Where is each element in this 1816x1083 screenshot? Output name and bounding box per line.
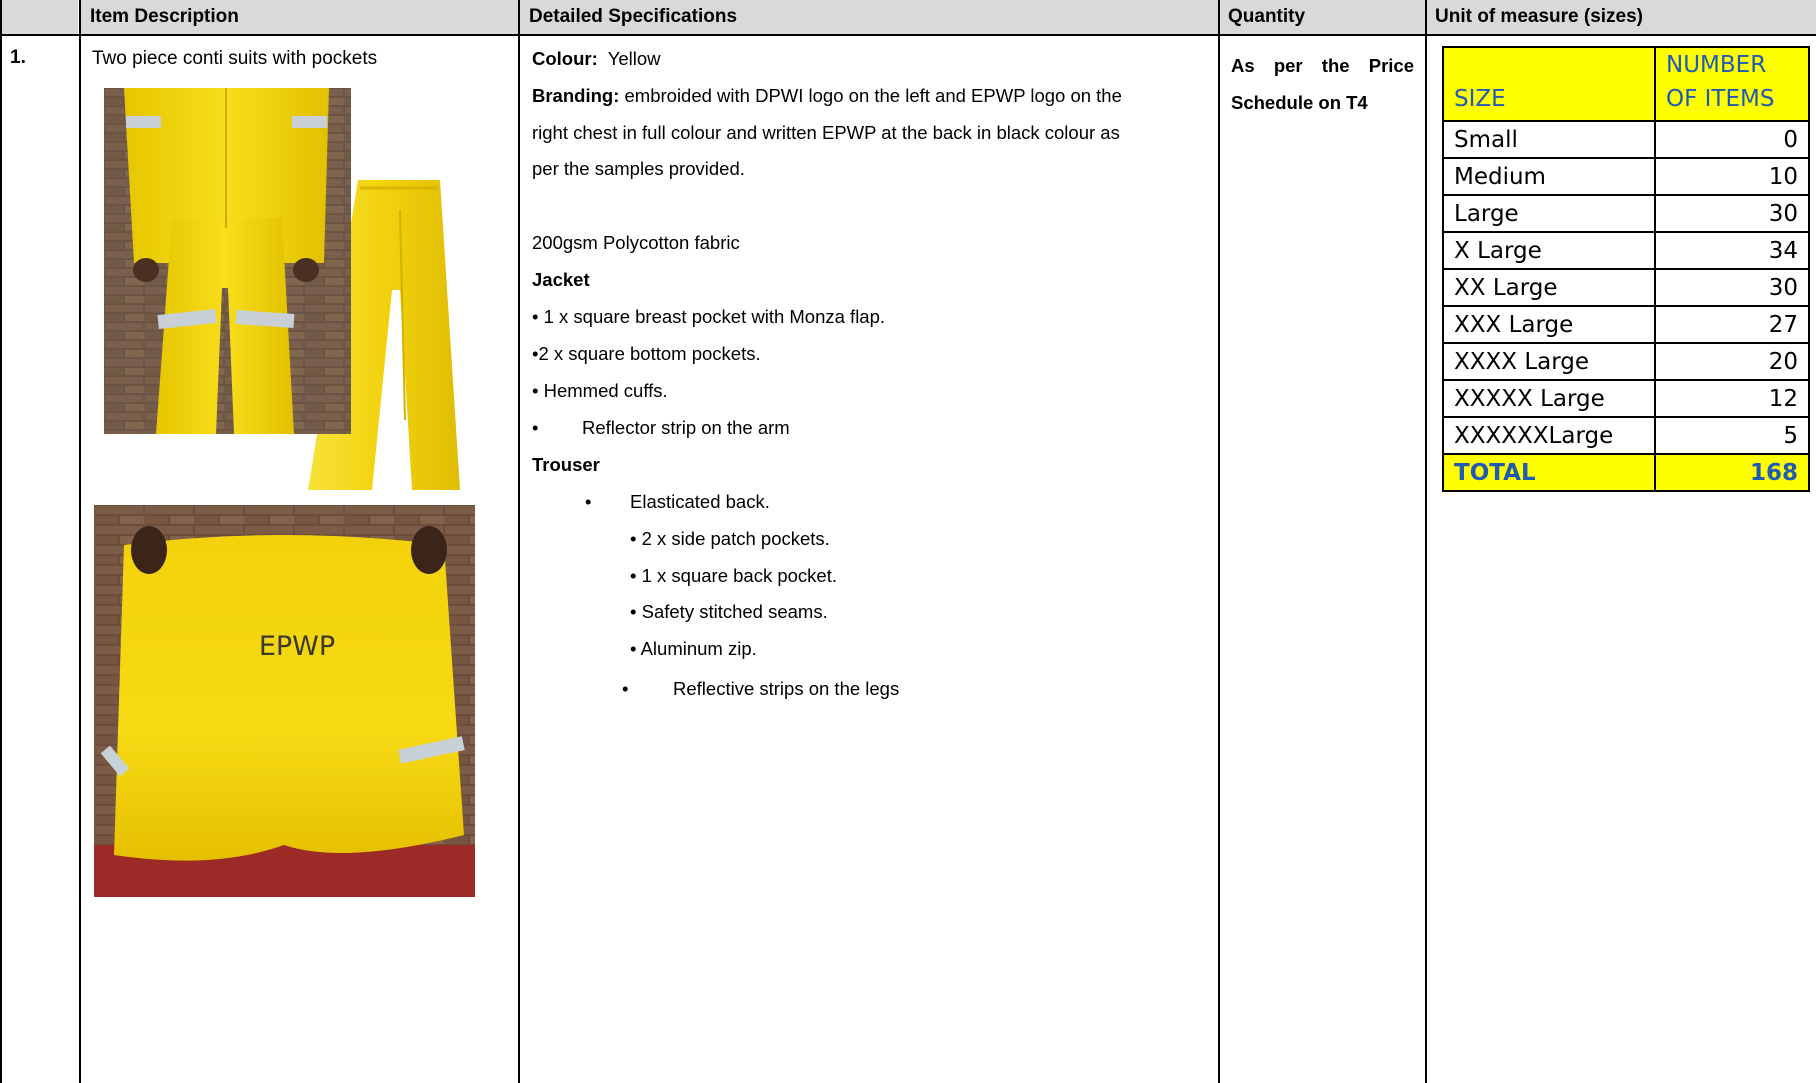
spec-jacket-item: •2 x square bottom pockets. bbox=[532, 343, 761, 364]
spec-colour-label: Colour: bbox=[532, 48, 598, 69]
size-table-header: SIZE NUMBER OF ITEMS bbox=[1442, 46, 1810, 122]
size-row: XXXX Large 20 bbox=[1442, 342, 1810, 381]
header-quantity: Quantity bbox=[1219, 0, 1425, 34]
spec-trouser-item: • 2 x side patch pockets. bbox=[630, 528, 830, 549]
spec-trouser-bullet-item: • Elasticated back. bbox=[585, 491, 770, 512]
spec-branding-line3: per the samples provided. bbox=[532, 158, 745, 179]
quantity-line1: As per the Price bbox=[1231, 55, 1414, 76]
spec-colour-value: Yellow bbox=[607, 48, 661, 69]
size-row: Medium 10 bbox=[1442, 157, 1810, 196]
jacket-back-photo: EPWP bbox=[94, 505, 475, 897]
total-label: TOTAL bbox=[1442, 453, 1656, 492]
item-description: Two piece conti suits with pockets bbox=[92, 48, 378, 69]
header-unit-of-measure: Unit of measure (sizes) bbox=[1426, 0, 1816, 34]
size-row: Large 30 bbox=[1442, 194, 1810, 233]
quantity-line2: Schedule on T4 bbox=[1231, 92, 1368, 113]
size-row: XXXXX Large 12 bbox=[1442, 379, 1810, 418]
size-row: XXXXXXLarge 5 bbox=[1442, 416, 1810, 455]
spec-jacket-bullet-item: • Reflector strip on the arm bbox=[532, 417, 790, 438]
number-of-items-header: NUMBER OF ITEMS bbox=[1654, 46, 1810, 122]
spec-trouser-item: • Safety stitched seams. bbox=[630, 601, 828, 622]
spec-jacket-heading: Jacket bbox=[532, 269, 590, 290]
size-row: X Large 34 bbox=[1442, 231, 1810, 270]
spec-jacket-item: • Hemmed cuffs. bbox=[532, 380, 668, 401]
table-column-divider bbox=[1218, 0, 1220, 1083]
spec-branding-text: embroided with DPWI logo on the left and… bbox=[624, 85, 1122, 106]
size-total-row: TOTAL 168 bbox=[1442, 453, 1810, 492]
header-detailed-specifications: Detailed Specifications bbox=[520, 0, 1218, 34]
header-item-description: Item Description bbox=[81, 0, 519, 34]
spec-colour: Colour: Yellow bbox=[532, 47, 661, 71]
spec-jacket-item: • 1 x square breast pocket with Monza fl… bbox=[532, 306, 886, 327]
table-border-left bbox=[0, 0, 2, 1083]
spec-branding-label: Branding: bbox=[532, 85, 620, 106]
epwp-back-print: EPWP bbox=[259, 631, 335, 662]
spec-trouser-bullet-item: • Reflective strips on the legs bbox=[622, 678, 900, 699]
spec-trouser-item: • 1 x square back pocket. bbox=[630, 565, 838, 586]
header-bottom-border bbox=[0, 34, 1816, 36]
size-header: SIZE bbox=[1442, 46, 1656, 122]
size-row: Small 0 bbox=[1442, 120, 1810, 159]
quantity-text: As per the Price Schedule on T4 bbox=[1231, 47, 1414, 121]
suit-worn-photo bbox=[104, 88, 351, 434]
size-row: XX Large 30 bbox=[1442, 268, 1810, 307]
bullet-icon: • bbox=[585, 491, 592, 512]
spec-trouser-heading: Trouser bbox=[532, 454, 600, 475]
size-row: XXX Large 27 bbox=[1442, 305, 1810, 344]
spec-fabric: 200gsm Polycotton fabric bbox=[532, 232, 740, 253]
total-value: 168 bbox=[1654, 453, 1810, 492]
header-num bbox=[0, 0, 78, 34]
table-column-divider bbox=[518, 0, 520, 1083]
size-table: SIZE NUMBER OF ITEMS Small 0 Medium 10 Lar… bbox=[1442, 46, 1810, 492]
spec-branding-line2: right chest in full colour and written E… bbox=[532, 122, 1120, 143]
spec-trouser-item: • Aluminum zip. bbox=[630, 638, 757, 659]
table-column-divider bbox=[79, 0, 81, 1083]
bullet-icon: • bbox=[622, 678, 629, 699]
row-number: 1. bbox=[10, 47, 26, 68]
table-column-divider bbox=[1425, 0, 1427, 1083]
bullet-icon: • bbox=[532, 417, 539, 438]
spec-branding-line1: Branding: embroided with DPWI logo on th… bbox=[532, 84, 1122, 108]
